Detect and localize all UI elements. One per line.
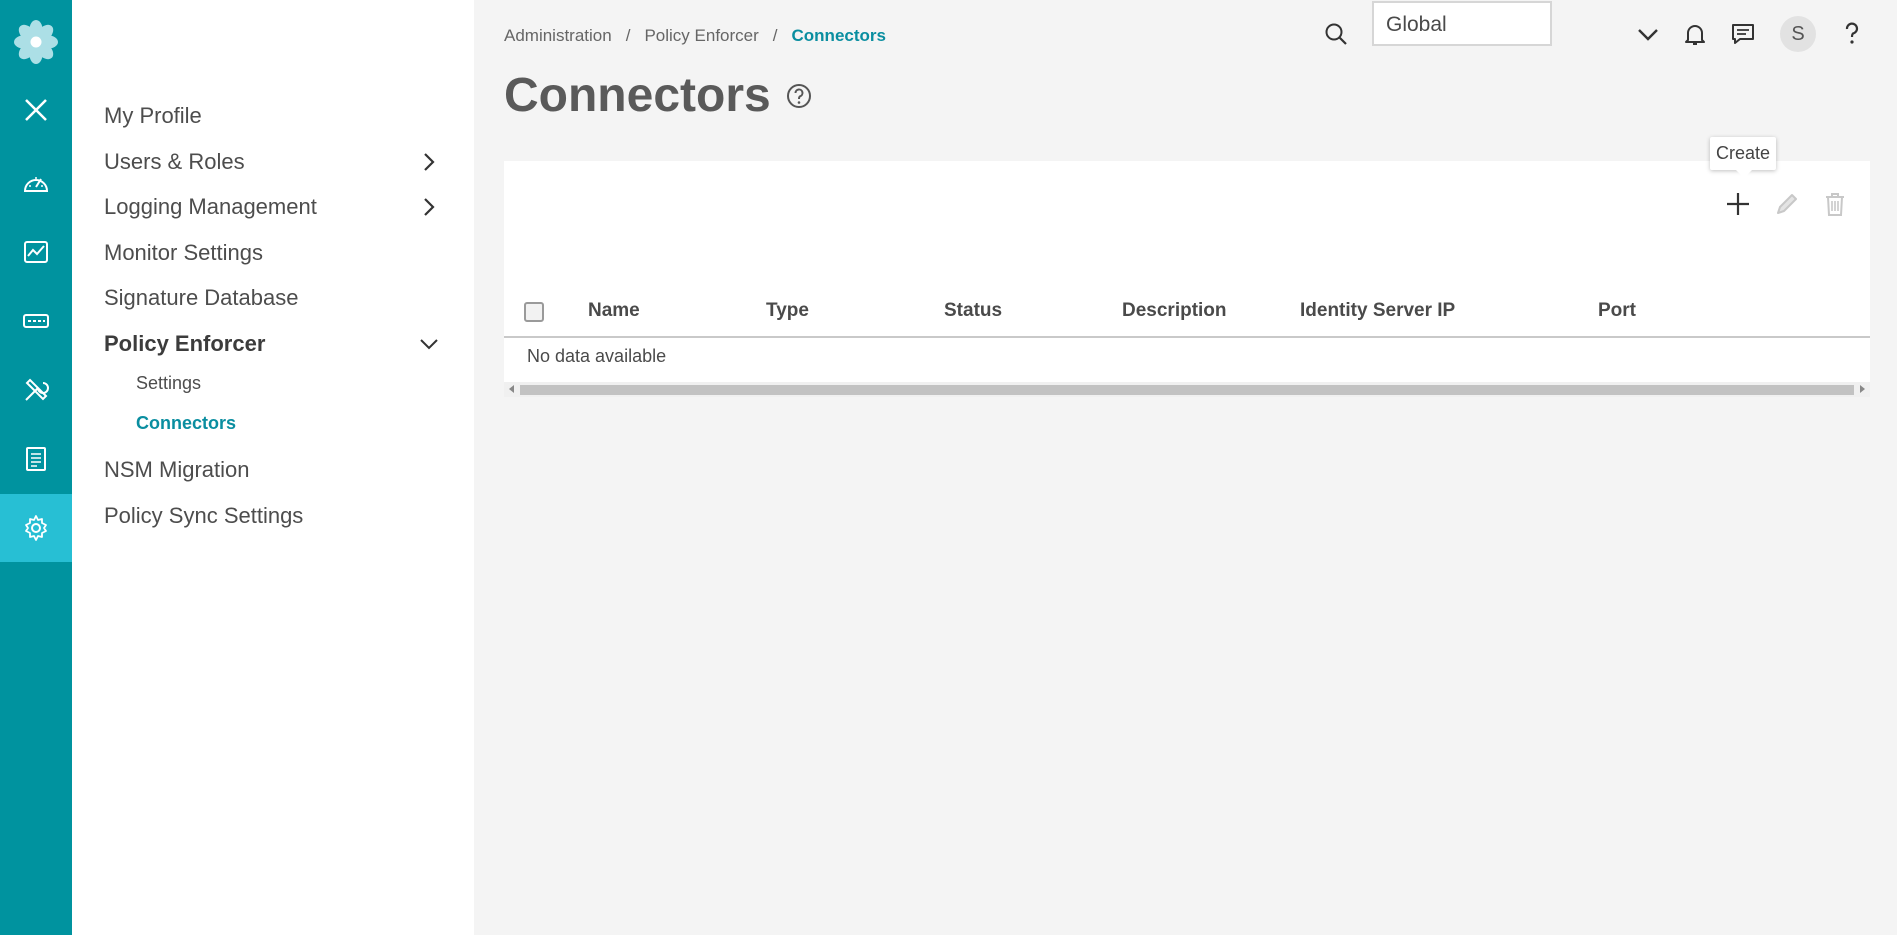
sidebar-item-signature-database[interactable]: Signature Database <box>104 278 444 318</box>
sidebar-item-policy-sync-settings[interactable]: Policy Sync Settings <box>104 496 444 536</box>
empty-table-message: No data available <box>527 346 667 366</box>
pencil-icon <box>1777 194 1797 214</box>
page-title-text: Connectors <box>504 69 771 122</box>
help-icon[interactable] <box>1834 16 1870 52</box>
delete-button[interactable] <box>1818 187 1852 221</box>
sidebar-item-label: Users & Roles <box>104 149 245 174</box>
icon-rail <box>0 0 72 935</box>
sidebar-item-label: Policy Sync Settings <box>104 503 304 528</box>
sidebar-item-label: Policy Enforcer <box>104 331 266 356</box>
configure-icon[interactable] <box>0 356 72 424</box>
sidebar-item-label: NSM Migration <box>104 457 250 482</box>
avatar[interactable]: S <box>1780 16 1816 52</box>
administration-icon[interactable] <box>0 494 72 562</box>
column-header-port[interactable]: Port <box>1598 286 1636 336</box>
sidebar-item-nsm-migration[interactable]: NSM Migration <box>104 450 444 490</box>
scroll-left-icon[interactable] <box>509 385 514 393</box>
connectors-grid-card <box>504 161 1870 397</box>
scrollbar-thumb[interactable] <box>520 385 1854 395</box>
scroll-right-icon[interactable] <box>1860 385 1865 393</box>
sidebar-item-label: Logging Management <box>104 194 317 219</box>
bell-icon[interactable] <box>1677 16 1713 52</box>
breadcrumb-separator: / <box>772 26 778 45</box>
sidebar-subitem-label: Settings <box>136 372 202 393</box>
domain-selector[interactable]: Global <box>1372 1 1552 46</box>
chevron-down-icon <box>420 339 438 350</box>
sidebar-item-policy-enforcer[interactable]: Policy Enforcer <box>104 324 444 364</box>
breadcrumb: Administration / Policy Enforcer / Conne… <box>504 26 886 46</box>
logo-icon <box>0 8 72 76</box>
sidebar-item-users-roles[interactable]: Users & Roles <box>104 142 444 182</box>
create-tooltip: Create <box>1710 137 1777 178</box>
devices-icon[interactable] <box>0 287 72 355</box>
create-button[interactable] <box>1721 187 1755 221</box>
column-header-identity-server-ip[interactable]: Identity Server IP <box>1300 286 1455 336</box>
column-header-type[interactable]: Type <box>766 286 809 336</box>
breadcrumb-connectors: Connectors <box>791 26 886 45</box>
chevron-right-icon <box>424 153 435 171</box>
dashboard-icon[interactable] <box>0 150 72 218</box>
sidebar-item-label: Signature Database <box>104 285 299 310</box>
page-title: Connectors <box>504 68 813 123</box>
help-circle-icon[interactable] <box>785 82 813 110</box>
sidebar-item-label: My Profile <box>104 103 202 128</box>
messages-icon[interactable] <box>1725 16 1761 52</box>
sidebar-item-logging-management[interactable]: Logging Management <box>104 187 444 227</box>
table-header: Name Type Status Description Identity Se… <box>504 286 1870 338</box>
sidebar-subitem-connectors[interactable]: Connectors <box>136 406 236 440</box>
select-all-checkbox[interactable] <box>524 302 544 322</box>
breadcrumb-administration[interactable]: Administration <box>504 26 612 46</box>
column-header-name[interactable]: Name <box>588 286 640 336</box>
sidebar-subitem-label: Connectors <box>136 412 237 433</box>
edit-button[interactable] <box>1770 187 1804 221</box>
chevron-down-icon[interactable] <box>1630 16 1666 52</box>
reports-icon[interactable] <box>0 425 72 493</box>
breadcrumb-separator: / <box>625 26 631 45</box>
sidebar-item-my-profile[interactable]: My Profile <box>104 96 444 136</box>
search-icon[interactable] <box>1318 16 1354 52</box>
horizontal-scrollbar[interactable] <box>504 382 1870 397</box>
admin-sidebar: My Profile Users & Roles Logging Managem… <box>72 0 474 935</box>
close-icon[interactable] <box>0 76 72 144</box>
breadcrumb-policy-enforcer[interactable]: Policy Enforcer <box>644 26 758 46</box>
sidebar-subitem-settings[interactable]: Settings <box>136 366 201 400</box>
trash-icon <box>1826 193 1844 216</box>
sidebar-item-monitor-settings[interactable]: Monitor Settings <box>104 233 444 273</box>
chevron-right-icon <box>424 198 435 216</box>
monitor-icon[interactable] <box>0 218 72 286</box>
column-header-status[interactable]: Status <box>944 286 1002 336</box>
plus-icon <box>1727 193 1749 215</box>
sidebar-item-label: Monitor Settings <box>104 240 263 265</box>
column-header-description[interactable]: Description <box>1122 286 1227 336</box>
